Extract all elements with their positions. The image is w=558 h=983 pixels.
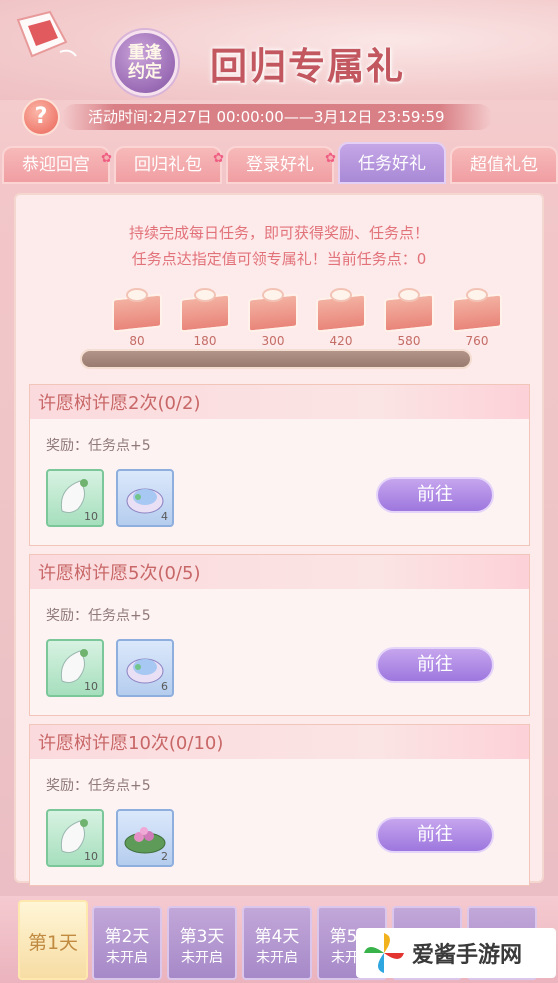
compact-mirror-item-icon[interactable]: 6 xyxy=(116,639,174,697)
flower-icon: ✿ xyxy=(213,151,224,166)
tab-return-pack[interactable]: 回归礼包 ✿ xyxy=(114,146,224,184)
tab-task-gift[interactable]: 任务好礼 xyxy=(338,142,446,184)
compact-mirror-item-icon[interactable]: 4 xyxy=(116,469,174,527)
white-leaf-item-icon[interactable]: 10 xyxy=(46,639,104,697)
reunion-seal-badge: 重逢约定 xyxy=(112,30,178,96)
intro-text: 持续完成每日任务，即可获得奖励、任务点！ 任务点达指定值可领专属礼！当前任务点：… xyxy=(14,220,544,272)
day-tab-2[interactable]: 第2天 未开启 xyxy=(92,906,162,980)
pinwheel-logo-icon xyxy=(364,933,404,973)
event-time: 活动时间:2月27日 00:00:00——3月12日 23:59:59 xyxy=(62,104,492,130)
task-card: 许愿树许愿10次(0/10) 奖励：任务点+5 10 2 前往 xyxy=(29,724,530,886)
milestone-value: 180 xyxy=(193,334,217,348)
task-reward: 奖励：任务点+5 xyxy=(46,438,151,454)
white-leaf-item-icon[interactable]: 10 xyxy=(46,469,104,527)
go-button[interactable]: 前往 xyxy=(376,477,494,513)
gift-box-icon[interactable]: 760 xyxy=(448,288,506,350)
task-reward: 奖励：任务点+5 xyxy=(46,608,151,624)
day-label: 第4天 xyxy=(254,927,300,947)
tab-bar: 恭迎回宫 ✿ 回归礼包 ✿ 登录好礼 ✿ 任务好礼 超值礼包 xyxy=(0,142,558,184)
gift-box-icon[interactable]: 180 xyxy=(176,288,234,350)
day-status: 未开启 xyxy=(256,950,298,966)
task-points-progress-bar xyxy=(80,349,472,369)
tab-value-pack[interactable]: 超值礼包 xyxy=(450,146,558,184)
gift-box-icon[interactable]: 300 xyxy=(244,288,302,350)
task-reward: 奖励：任务点+5 xyxy=(46,778,151,794)
milestone-value: 80 xyxy=(129,334,145,348)
milestone-value: 760 xyxy=(465,334,489,348)
go-button[interactable]: 前往 xyxy=(376,817,494,853)
milestone-value: 420 xyxy=(329,334,353,348)
watermark: 爱酱手游网 xyxy=(356,928,556,978)
header: 重逢约定 回归专属礼 xyxy=(0,0,558,100)
day-status: 未开启 xyxy=(106,950,148,966)
day-label: 第1天 xyxy=(27,932,79,954)
tab-welcome[interactable]: 恭迎回宫 ✿ xyxy=(2,146,112,184)
day-tab-3[interactable]: 第3天 未开启 xyxy=(167,906,237,980)
item-count: 10 xyxy=(84,850,98,863)
go-button[interactable]: 前往 xyxy=(376,647,494,683)
flower-icon: ✿ xyxy=(101,151,112,166)
intro-line-2: 任务点达指定值可领专属礼！当前任务点：0 xyxy=(131,250,427,268)
lotus-leaf-item-icon[interactable]: 2 xyxy=(116,809,174,867)
help-icon[interactable]: ? xyxy=(22,98,60,136)
white-leaf-item-icon[interactable]: 10 xyxy=(46,809,104,867)
item-count: 10 xyxy=(84,510,98,523)
watermark-text: 爱酱手游网 xyxy=(412,943,523,968)
intro-line-1: 持续完成每日任务，即可获得奖励、任务点！ xyxy=(128,224,429,242)
gift-box-icon[interactable]: 580 xyxy=(380,288,438,350)
task-title: 许愿树许愿5次(0/5) xyxy=(38,563,201,584)
day-label: 第3天 xyxy=(179,927,225,947)
gift-box-icon[interactable]: 420 xyxy=(312,288,370,350)
item-count: 10 xyxy=(84,680,98,693)
task-card: 许愿树许愿5次(0/5) 奖励：任务点+5 10 6 前往 xyxy=(29,554,530,716)
fan-back-icon[interactable] xyxy=(10,8,80,68)
task-title: 许愿树许愿2次(0/2) xyxy=(38,393,201,414)
day-tab-4[interactable]: 第4天 未开启 xyxy=(242,906,312,980)
item-count: 6 xyxy=(161,680,168,693)
task-title: 许愿树许愿10次(0/10) xyxy=(38,733,224,754)
day-label: 第2天 xyxy=(104,927,150,947)
item-count: 2 xyxy=(161,850,168,863)
tab-login-gift[interactable]: 登录好礼 ✿ xyxy=(226,146,336,184)
item-count: 4 xyxy=(161,510,168,523)
milestone-value: 580 xyxy=(397,334,421,348)
flower-icon: ✿ xyxy=(325,151,336,166)
gift-box-icon[interactable]: 80 xyxy=(108,288,166,350)
milestone-value: 300 xyxy=(261,334,285,348)
task-card: 许愿树许愿2次(0/2) 奖励：任务点+5 10 4 前往 xyxy=(29,384,530,546)
day-tab-1[interactable]: 第1天 xyxy=(18,900,88,980)
page-title: 回归专属礼 xyxy=(210,44,405,88)
day-status: 未开启 xyxy=(181,950,223,966)
